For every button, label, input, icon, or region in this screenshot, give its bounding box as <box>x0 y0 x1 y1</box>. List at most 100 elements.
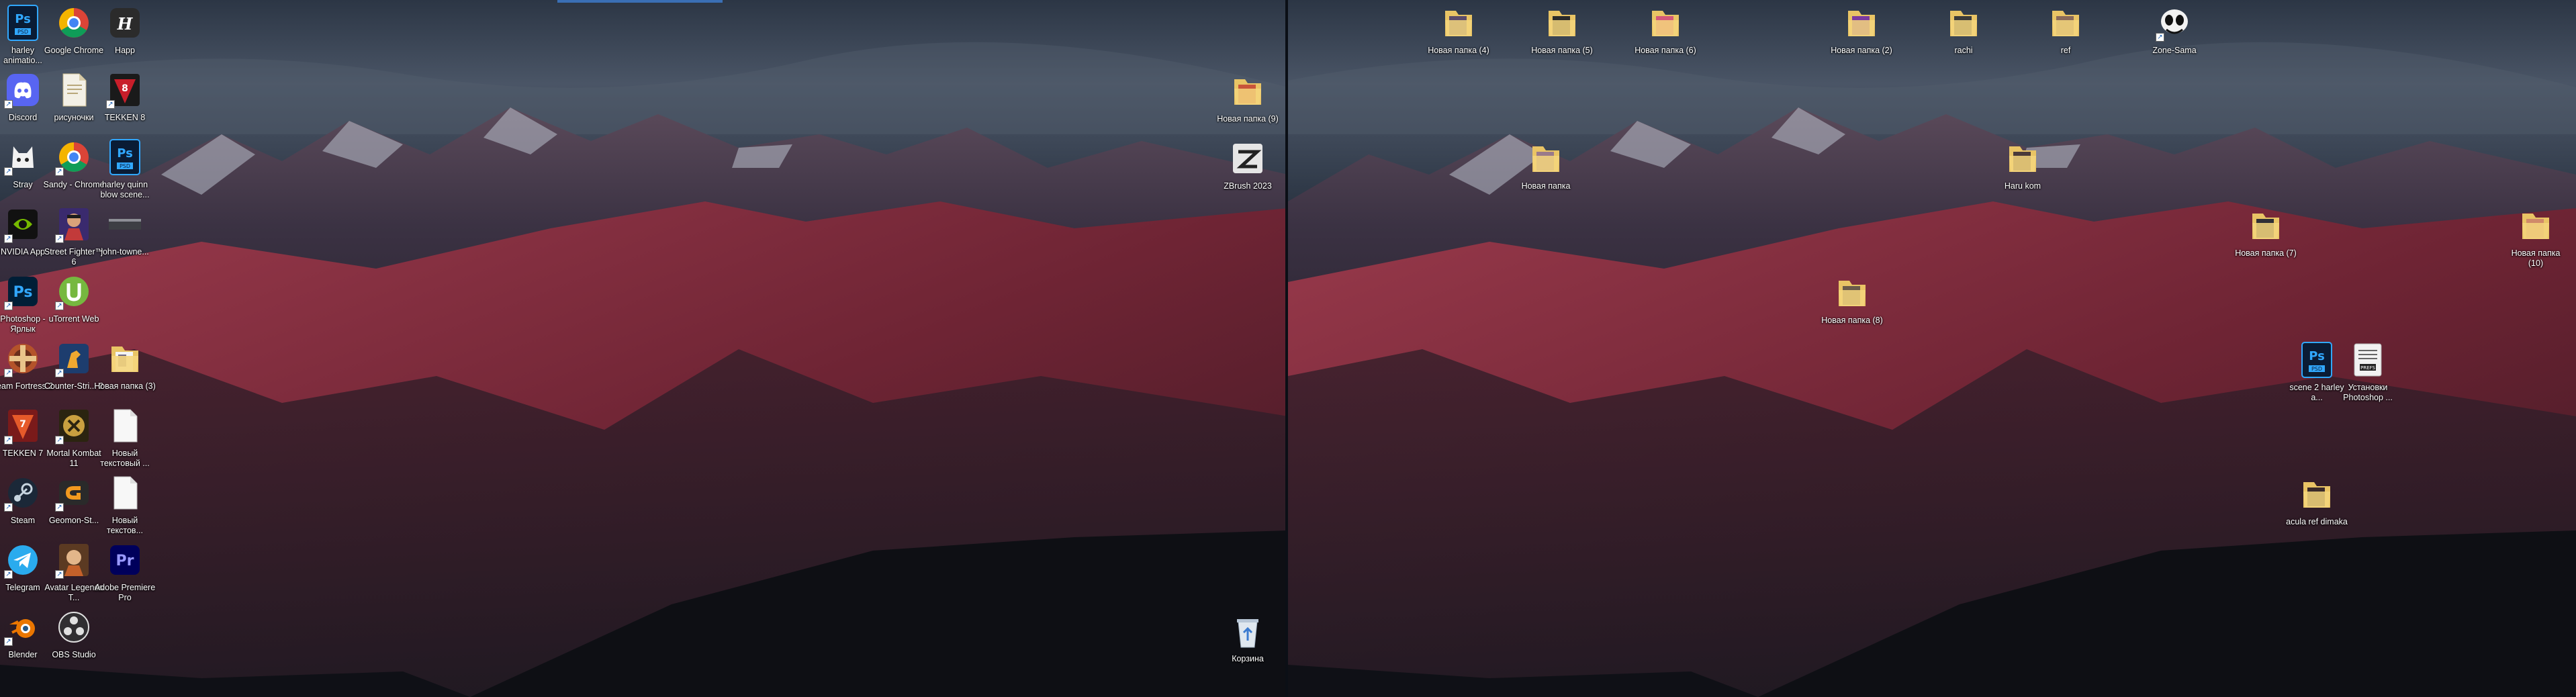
zbrush-icon <box>1228 138 1268 179</box>
svg-text:PSD: PSD <box>120 163 130 169</box>
desktop-icon-rachi[interactable]: rachi <box>1933 3 1994 56</box>
chrome-icon <box>54 3 94 43</box>
document-icon <box>54 70 94 110</box>
desktop-icon-new-folder-3[interactable]: Новая папка (3) <box>94 338 156 391</box>
folder-icon <box>2246 205 2286 246</box>
shortcut-arrow-icon: ↗ <box>55 503 64 512</box>
svg-text:PSD: PSD <box>17 29 28 35</box>
photoshop-psd-icon: Ps PSD <box>105 137 145 177</box>
desktop-icon-zone-sama[interactable]: ↗ Zone-Sama <box>2144 3 2205 56</box>
folder-icon <box>105 338 145 379</box>
desktop-icon-new-folder-6[interactable]: Новая папка (6) <box>1635 3 1696 56</box>
shortcut-arrow-icon: ↗ <box>106 100 115 109</box>
obs-icon <box>54 607 94 647</box>
folder-icon <box>1943 3 1984 43</box>
svg-text:PSD: PSD <box>2311 366 2322 372</box>
desktop-icon-ref[interactable]: ref <box>2035 3 2097 56</box>
svg-text:Ps: Ps <box>13 284 33 301</box>
folder-icon <box>1228 71 1268 111</box>
svg-text:Ps: Ps <box>15 12 31 26</box>
folder-icon <box>1438 3 1479 43</box>
shortcut-arrow-icon: ↗ <box>4 301 13 310</box>
desktop-icon-haru-kom[interactable]: Haru kom <box>1992 138 2054 191</box>
image-file-icon <box>105 204 145 244</box>
shortcut-arrow-icon: ↗ <box>4 234 13 243</box>
desktop-icon-zbrush[interactable]: ZBrush 2023 <box>1217 138 1279 191</box>
shortcut-arrow-icon: ↗ <box>4 637 13 646</box>
avatar-game-icon: ↗ <box>54 540 94 580</box>
text-file-icon <box>105 406 145 446</box>
folder-icon <box>2045 3 2086 43</box>
mortal-kombat-icon: ↗ <box>54 406 94 446</box>
utorrent-icon: ↗ <box>54 271 94 312</box>
svg-text:Pr: Pr <box>116 553 134 569</box>
blender-icon: ↗ <box>3 607 43 647</box>
desktop-icon-new-folder-7[interactable]: Новая папка (7) <box>2235 205 2297 259</box>
shortcut-arrow-icon: ↗ <box>4 167 13 176</box>
desktop-icon-obs-studio[interactable]: OBS Studio <box>43 607 105 660</box>
desktop-icon-recycle-bin[interactable]: Корзина <box>1217 611 1279 664</box>
desktop-icon-utorrent[interactable]: ↗ uTorrent Web <box>43 271 105 324</box>
svg-text:8: 8 <box>122 83 128 94</box>
desktop-icon-new-text-1[interactable]: Новый текстовый ... <box>94 406 156 469</box>
zone-sama-icon: ↗ <box>2154 3 2195 43</box>
svg-text:Ps: Ps <box>2309 349 2325 363</box>
tekken7-icon: 7 ↗ <box>3 406 43 446</box>
desktop-icon-new-folder-8[interactable]: Новая папка (8) <box>1821 273 1883 326</box>
folder-icon <box>2003 138 2043 179</box>
nvidia-icon: ↗ <box>3 204 43 244</box>
geomon-icon: ↗ <box>54 473 94 513</box>
shortcut-arrow-icon: ↗ <box>4 436 13 445</box>
shortcut-arrow-icon: ↗ <box>4 503 13 512</box>
shortcut-arrow-icon: ↗ <box>55 570 64 579</box>
shortcut-arrow-icon: ↗ <box>55 369 64 377</box>
desktop-icon-new-folder-2[interactable]: Новая папка (2) <box>1831 3 1892 56</box>
stray-icon: ↗ <box>3 137 43 177</box>
svg-text:H: H <box>117 14 134 34</box>
folder-icon <box>1841 3 1882 43</box>
shortcut-arrow-icon: ↗ <box>55 301 64 310</box>
monitor-left-desktop: Ps PSD harley animatio... ↗ Discord ↗ Str… <box>0 0 1288 697</box>
desktop-icon-new-folder-5[interactable]: Новая папка (5) <box>1531 3 1593 56</box>
desktop-icon-new-folder-10[interactable]: Новая папка (10) <box>2505 205 2567 269</box>
photoshop-psd-icon: Ps PSD <box>3 3 43 43</box>
desktop-icon-new-folder-plain[interactable]: Новая папка <box>1515 138 1577 191</box>
shortcut-arrow-icon: ↗ <box>2156 33 2164 42</box>
svg-text:7: 7 <box>19 419 26 430</box>
desktop-icon-new-text-2[interactable]: Новый текстов... <box>94 473 156 536</box>
desktop-icon-john-towne[interactable]: john-towne... <box>94 204 156 257</box>
folder-icon <box>1832 273 1872 313</box>
svg-text:Ps: Ps <box>117 146 133 160</box>
photoshop-settings-icon: PREFS <box>2348 340 2388 380</box>
shortcut-arrow-icon: ↗ <box>55 436 64 445</box>
folder-icon <box>1542 3 1582 43</box>
steam-icon: ↗ <box>3 473 43 513</box>
shortcut-arrow-icon: ↗ <box>4 369 13 377</box>
desktop-icon-new-folder-4[interactable]: Новая папка (4) <box>1428 3 1489 56</box>
shortcut-arrow-icon: ↗ <box>55 234 64 243</box>
monitor-right-desktop: Новая папка (4) Новая папка (5) Новая па… <box>1288 0 2576 697</box>
desktop-icon-tekken-8[interactable]: 8 ↗ TEKKEN 8 <box>94 70 156 123</box>
desktop-icon-premiere-pro[interactable]: Pr Adobe Premiere Pro <box>94 540 156 603</box>
photoshop-icon: Ps ↗ <box>3 271 43 312</box>
folder-icon <box>2516 205 2556 246</box>
desktop-icon-photoshop-settings[interactable]: PREFS Установки Photoshop ... <box>2337 340 2399 403</box>
happ-icon: H <box>105 3 145 43</box>
desktop-icon-new-folder-9[interactable]: Новая папка (9) <box>1217 71 1279 124</box>
wallpaper-mountains <box>0 0 1288 697</box>
taskbar-edge <box>557 0 723 3</box>
tf2-icon: ↗ <box>3 338 43 379</box>
folder-icon <box>2297 474 2337 514</box>
shortcut-arrow-icon: ↗ <box>4 570 13 579</box>
desktop-icon-harley-quinn-scene[interactable]: Ps PSD harley quinn blow scene... <box>94 137 156 200</box>
shortcut-arrow-icon: ↗ <box>4 100 13 109</box>
shortcut-arrow-icon: ↗ <box>55 167 64 176</box>
counter-strike-icon: ↗ <box>54 338 94 379</box>
street-fighter-icon: ↗ <box>54 204 94 244</box>
svg-text:PREFS: PREFS <box>2360 365 2375 371</box>
premiere-icon: Pr <box>105 540 145 580</box>
chrome-icon: ↗ <box>54 137 94 177</box>
desktop-icon-happ[interactable]: H Happ <box>94 3 156 56</box>
desktop-icon-acula-ref-dimaka[interactable]: acula ref dimaka <box>2286 474 2348 527</box>
recycle-bin-icon <box>1228 611 1268 651</box>
